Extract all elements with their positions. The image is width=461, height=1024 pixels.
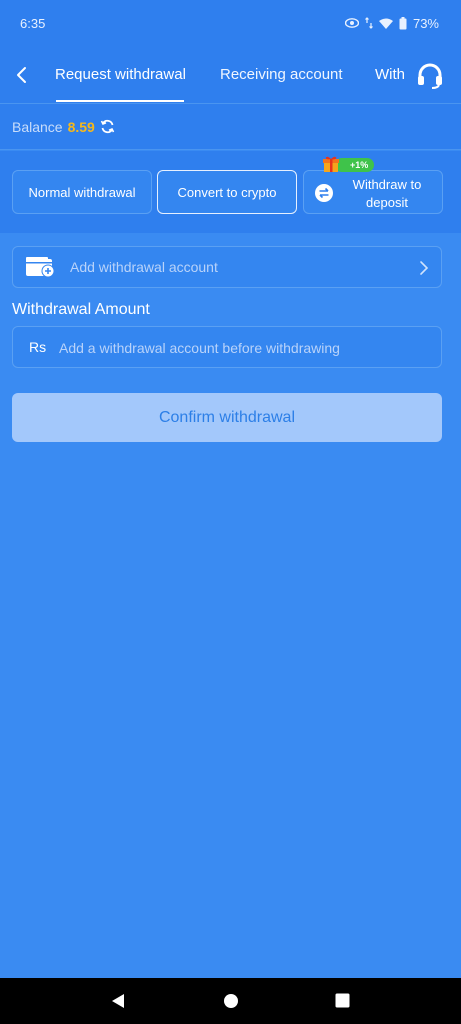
tab-withdrawal-records[interactable]: With xyxy=(375,66,407,83)
withdraw-to-deposit-label: Withdraw to deposit xyxy=(352,177,422,210)
withdrawal-amount-label: Withdrawal Amount xyxy=(12,301,150,318)
withdrawal-amount-input[interactable] xyxy=(59,333,429,363)
balance-label: Balance xyxy=(12,118,63,135)
chevron-left-icon xyxy=(17,67,26,83)
normal-withdrawal-button[interactable]: Normal withdrawal xyxy=(12,170,152,214)
active-tab-indicator xyxy=(56,100,184,102)
convert-to-crypto-button[interactable]: Convert to crypto xyxy=(157,170,297,214)
header: Request withdrawal Receiving account Wit… xyxy=(0,46,461,104)
add-withdrawal-account-row[interactable]: Add withdrawal account xyxy=(12,246,442,288)
balance-row: Balance 8.59 xyxy=(0,104,461,150)
headset-icon xyxy=(418,63,442,89)
battery-icon xyxy=(399,16,407,30)
eye-icon xyxy=(344,18,359,28)
data-arrows-icon xyxy=(365,17,373,29)
status-icons: 73% xyxy=(344,15,439,31)
gift-icon xyxy=(322,155,340,178)
battery-percent: 73% xyxy=(412,15,439,31)
nav-back-icon[interactable] xyxy=(110,993,126,1014)
status-bar: 6:35 73% xyxy=(0,0,461,46)
withdrawal-amount-field: Rs xyxy=(12,326,442,368)
tab-receiving-account[interactable]: Receiving account xyxy=(220,66,343,83)
chevron-right-icon xyxy=(419,260,429,281)
refresh-icon[interactable] xyxy=(100,119,115,134)
back-button[interactable] xyxy=(10,63,32,87)
swap-icon xyxy=(314,183,334,206)
system-navigation-bar xyxy=(0,978,461,1024)
currency-symbol: Rs xyxy=(29,339,47,355)
balance-value: 8.59 xyxy=(67,118,95,135)
customer-support-button[interactable] xyxy=(412,59,448,93)
tab-request-withdrawal[interactable]: Request withdrawal xyxy=(55,66,186,83)
wifi-icon xyxy=(378,18,393,29)
status-time: 6:35 xyxy=(20,15,46,31)
bonus-badge: +1% xyxy=(335,158,375,172)
withdrawal-methods: Normal withdrawal Convert to crypto With… xyxy=(0,151,461,233)
nav-recent-apps-icon[interactable] xyxy=(335,993,350,1013)
add-account-placeholder: Add withdrawal account xyxy=(70,259,218,275)
confirm-withdrawal-button[interactable]: Confirm withdrawal xyxy=(12,393,442,442)
wallet-add-icon xyxy=(25,256,57,283)
nav-home-icon[interactable] xyxy=(223,993,239,1014)
